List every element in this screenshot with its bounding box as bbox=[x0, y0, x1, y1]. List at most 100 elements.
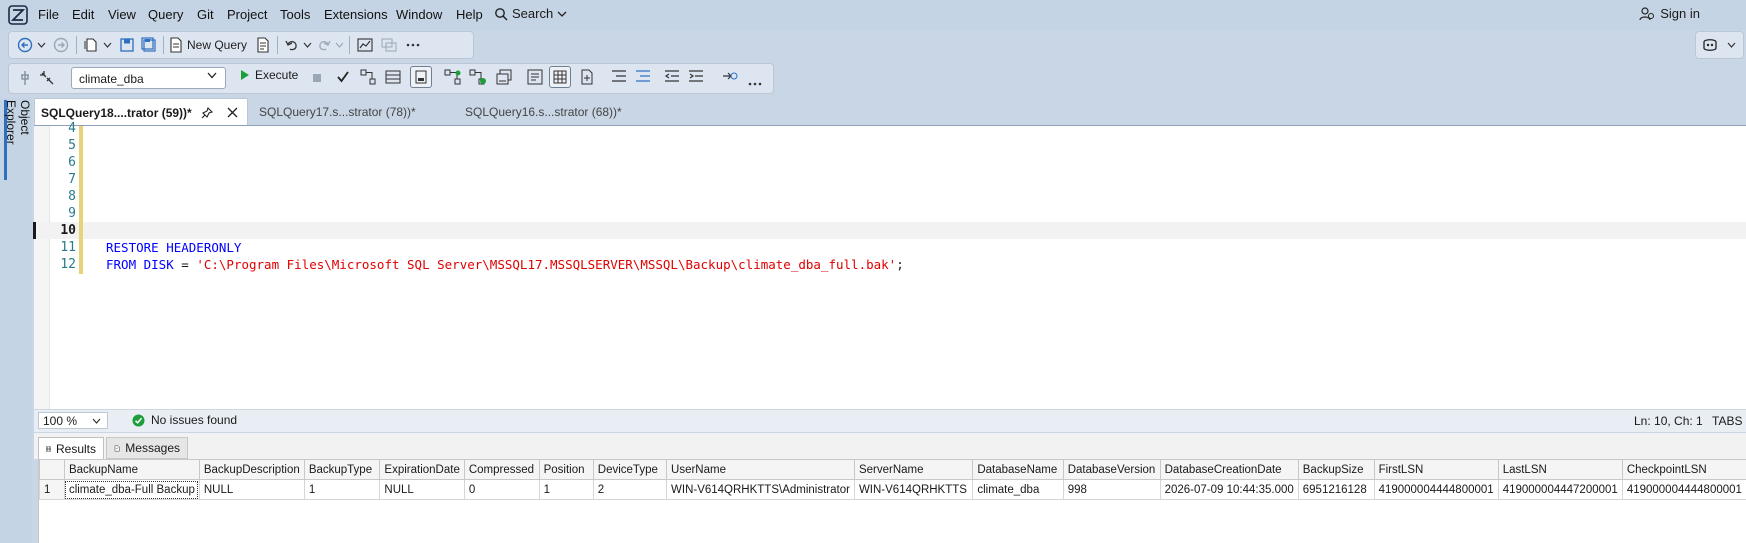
menu-project[interactable]: Project bbox=[227, 7, 267, 22]
menu-window[interactable]: Window bbox=[396, 7, 442, 22]
tab-sqlquery16[interactable]: SQLQuery16.s...strator (68))* bbox=[460, 98, 665, 126]
change-connection-button[interactable] bbox=[37, 67, 57, 89]
query-options-button[interactable] bbox=[253, 34, 273, 56]
results-to-grid-toggle[interactable] bbox=[549, 66, 571, 88]
object-explorer-tab[interactable]: Object Explorer bbox=[4, 100, 32, 180]
menu-search[interactable]: Search bbox=[494, 6, 567, 21]
close-icon[interactable] bbox=[227, 107, 238, 118]
execute-button[interactable]: Execute bbox=[240, 68, 298, 82]
indent-mode[interactable]: TABS bbox=[1712, 414, 1742, 428]
decrease-indent-button[interactable] bbox=[664, 69, 680, 86]
cancel-query-button[interactable] bbox=[313, 74, 321, 82]
menu-query[interactable]: Query bbox=[148, 7, 183, 22]
registered-servers-button[interactable] bbox=[379, 34, 399, 56]
parse-button[interactable] bbox=[336, 70, 350, 87]
menu-edit[interactable]: Edit bbox=[72, 7, 94, 22]
column-header[interactable]: DeviceType bbox=[592, 459, 668, 480]
row-number[interactable]: 1 bbox=[39, 479, 65, 500]
tab-messages[interactable]: Messages bbox=[106, 437, 188, 459]
column-header[interactable]: BackupSize bbox=[1297, 459, 1375, 480]
column-header[interactable]: Compressed bbox=[463, 459, 540, 480]
column-header[interactable]: Position bbox=[538, 459, 594, 480]
tab-sqlquery17[interactable]: SQLQuery17.s...strator (78))* bbox=[252, 98, 459, 126]
menu-extensions[interactable]: Extensions bbox=[324, 7, 388, 22]
table-cell[interactable]: NULL bbox=[198, 479, 305, 500]
column-header[interactable]: CheckpointLSN bbox=[1621, 459, 1746, 480]
new-project-dropdown[interactable] bbox=[101, 34, 113, 56]
sign-in-button[interactable]: Sign in bbox=[1639, 6, 1700, 21]
pin-icon[interactable] bbox=[201, 107, 213, 119]
activity-monitor-button[interactable] bbox=[355, 34, 375, 56]
save-button[interactable] bbox=[117, 34, 137, 56]
zoom-select[interactable]: 100 % bbox=[38, 412, 108, 429]
table-cell[interactable]: 6951216128 bbox=[1297, 479, 1375, 500]
column-header[interactable]: BackupName bbox=[63, 459, 200, 480]
table-cell[interactable]: WIN-V614QRHKTTS bbox=[853, 479, 974, 500]
forward-button[interactable] bbox=[51, 34, 71, 56]
line-number-current: 10 bbox=[60, 223, 76, 238]
column-header[interactable]: FirstLSN bbox=[1373, 459, 1499, 480]
table-cell[interactable]: climate_dba bbox=[972, 479, 1064, 500]
comment-out-button[interactable] bbox=[611, 69, 627, 86]
table-cell[interactable]: 2 bbox=[592, 479, 668, 500]
column-header[interactable]: ExpirationDate bbox=[379, 459, 465, 480]
toolbar-overflow-button[interactable] bbox=[403, 34, 423, 56]
column-header[interactable]: DatabaseName bbox=[972, 459, 1064, 480]
menu-view[interactable]: View bbox=[108, 7, 136, 22]
query-designer-button[interactable] bbox=[385, 69, 401, 88]
column-header[interactable]: BackupType bbox=[303, 459, 381, 480]
undo-button[interactable] bbox=[283, 34, 301, 56]
menu-tools[interactable]: Tools bbox=[280, 7, 310, 22]
row-header-corner[interactable] bbox=[39, 459, 65, 480]
cursor-position[interactable]: Ln: 10, Ch: 1 bbox=[1634, 414, 1703, 428]
increase-indent-button[interactable] bbox=[688, 69, 704, 86]
connect-button[interactable] bbox=[15, 67, 35, 89]
redo-dropdown[interactable] bbox=[333, 34, 345, 56]
new-query-button[interactable]: New Query bbox=[169, 34, 251, 56]
menu-file[interactable]: File bbox=[38, 7, 59, 22]
table-cell[interactable]: 998 bbox=[1062, 479, 1161, 500]
uncomment-button[interactable] bbox=[635, 69, 651, 86]
table-cell[interactable]: climate_dba-Full Backup bbox=[63, 479, 200, 500]
live-query-stats-button[interactable] bbox=[469, 69, 487, 88]
copilot-button[interactable] bbox=[1699, 34, 1721, 56]
save-all-button[interactable] bbox=[139, 34, 159, 56]
redo-button[interactable] bbox=[315, 34, 333, 56]
table-cell[interactable]: 1 bbox=[303, 479, 381, 500]
tab-label: SQLQuery17.s...strator (78))* bbox=[259, 105, 416, 119]
line-number: 8 bbox=[68, 189, 76, 204]
table-cell[interactable]: 2026-07-09 10:44:35.000 bbox=[1159, 479, 1299, 500]
new-project-button[interactable] bbox=[81, 34, 101, 56]
table-cell[interactable]: 419000004444800001 bbox=[1373, 479, 1499, 500]
column-header[interactable]: DatabaseVersion bbox=[1062, 459, 1161, 480]
table-cell[interactable]: 0 bbox=[463, 479, 540, 500]
table-cell[interactable]: 419000004447200001 bbox=[1497, 479, 1623, 500]
table-cell[interactable]: 1 bbox=[538, 479, 594, 500]
undo-dropdown[interactable] bbox=[301, 34, 313, 56]
specify-template-values-button[interactable] bbox=[722, 69, 738, 86]
include-client-stats-toggle[interactable] bbox=[410, 66, 432, 88]
tab-results[interactable]: Results bbox=[38, 437, 104, 459]
display-estimated-plan-button[interactable] bbox=[360, 69, 376, 88]
issues-indicator[interactable]: No issues found bbox=[132, 413, 237, 427]
sqlcmd-mode-button[interactable] bbox=[496, 69, 512, 88]
database-select[interactable]: climate_dba bbox=[71, 67, 226, 89]
actual-plan-button[interactable] bbox=[444, 69, 462, 88]
column-header[interactable]: ServerName bbox=[853, 459, 974, 480]
column-header[interactable]: DatabaseCreationDate bbox=[1159, 459, 1299, 480]
results-to-text-button[interactable] bbox=[527, 69, 543, 88]
table-cell[interactable]: NULL bbox=[379, 479, 465, 500]
menu-help[interactable]: Help bbox=[456, 7, 483, 22]
menu-git[interactable]: Git bbox=[197, 7, 214, 22]
table-cell[interactable]: 419000004444800001 bbox=[1621, 479, 1746, 500]
table-cell[interactable]: WIN-V614QRHKTTS\Administrator bbox=[666, 479, 855, 500]
toolbar2-overflow-button[interactable] bbox=[748, 75, 762, 89]
copilot-dropdown[interactable] bbox=[1723, 34, 1739, 56]
column-header[interactable]: BackupDescription bbox=[198, 459, 305, 480]
results-grid[interactable]: BackupName BackupDescription BackupType … bbox=[38, 459, 1746, 543]
column-header[interactable]: LastLSN bbox=[1497, 459, 1623, 480]
back-dropdown[interactable] bbox=[35, 34, 47, 56]
back-button[interactable] bbox=[15, 34, 35, 56]
column-header[interactable]: UserName bbox=[666, 459, 855, 480]
results-to-file-button[interactable] bbox=[579, 69, 595, 88]
